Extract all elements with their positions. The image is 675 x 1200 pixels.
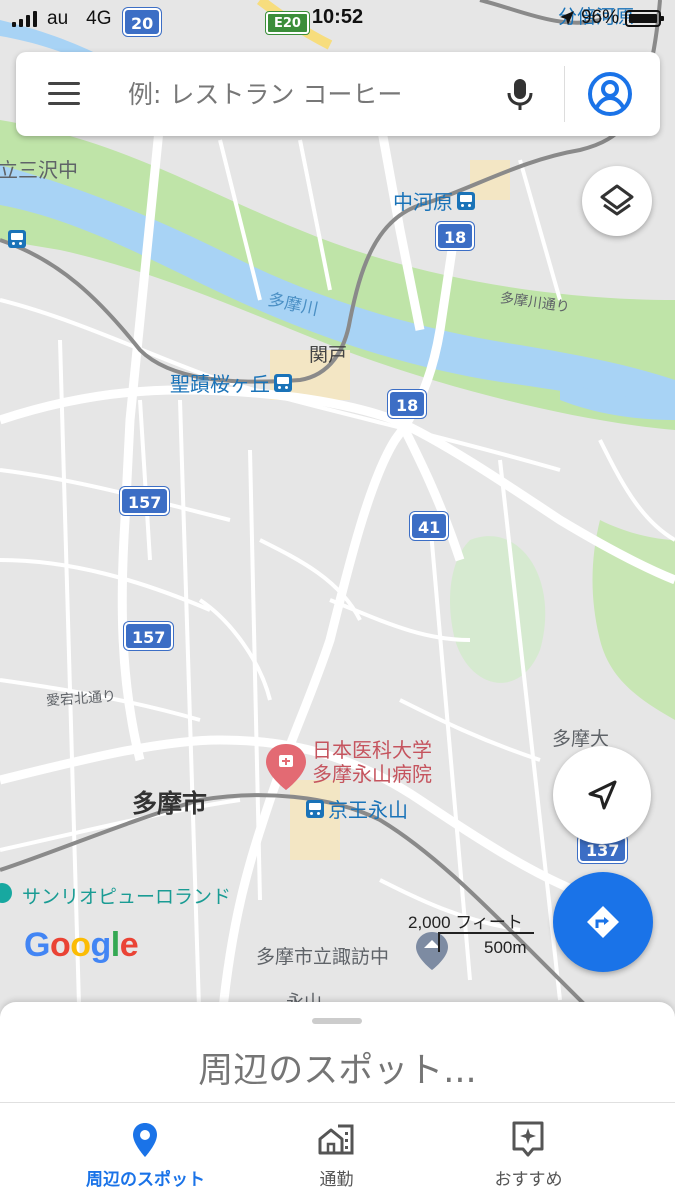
sheet-title[interactable]: 周辺のスポット... xyxy=(0,1042,675,1093)
layers-button[interactable] xyxy=(582,166,652,236)
label-tama-city: 多摩市 xyxy=(132,789,208,818)
my-location-button[interactable] xyxy=(553,746,651,844)
scale-line xyxy=(438,932,534,934)
train-station-icon xyxy=(457,191,475,210)
explore-bottom-sheet[interactable]: 周辺のスポット... xyxy=(0,1002,675,1112)
menu-button[interactable] xyxy=(46,80,82,108)
station-top-left[interactable] xyxy=(4,230,26,248)
tab-for-you-label: おすすめ xyxy=(494,1170,563,1190)
label-sanrio-puroland[interactable]: サンリオピューロランド xyxy=(22,882,231,909)
nakagawara-label: 中河原 xyxy=(393,190,453,214)
seiseki-label: 聖蹟桜ヶ丘 xyxy=(170,372,270,396)
voice-search-button[interactable] xyxy=(498,72,542,116)
scale-metric-label: 500m xyxy=(484,938,527,957)
commute-icon xyxy=(318,1124,354,1155)
battery-percent: 96% xyxy=(580,7,619,28)
train-station-icon xyxy=(8,230,26,248)
route-shield-157-north: 157 xyxy=(120,487,170,515)
microphone-icon xyxy=(507,79,533,110)
navigation-arrow-icon xyxy=(588,780,617,810)
scale-bar: 2,000 フィート 500m xyxy=(408,906,538,962)
for-you-icon xyxy=(512,1121,544,1157)
scale-imperial-label: 2,000 フィート xyxy=(408,913,523,932)
directions-button[interactable] xyxy=(553,872,653,972)
label-hospital[interactable]: 日本医科大学 多摩永山病院 xyxy=(312,738,432,786)
battery-icon xyxy=(625,9,664,27)
train-station-icon xyxy=(306,799,324,818)
route-shield-41: 41 xyxy=(410,512,449,540)
search-input[interactable] xyxy=(128,72,488,116)
station-keio-nagayama[interactable]: 京王永山 xyxy=(306,794,408,823)
route-shield-18-north: 18 xyxy=(436,222,475,250)
directions-icon xyxy=(587,906,619,938)
search-bar xyxy=(16,52,660,136)
bottom-nav: 周辺のスポット 通勤 おすすめ xyxy=(0,1102,675,1200)
location-arrow-icon xyxy=(559,11,574,25)
station-nakagawara[interactable]: 中河原 xyxy=(393,186,475,215)
train-station-icon xyxy=(274,373,292,392)
label-suwa-school[interactable]: 多摩市立諏訪中 xyxy=(256,942,389,969)
route-shield-157-south: 157 xyxy=(124,622,174,650)
tab-for-you[interactable]: おすすめ xyxy=(416,1103,641,1200)
label-sanzawa-school: 立三沢中 xyxy=(0,158,78,182)
route-shield-18-south: 18 xyxy=(388,390,427,418)
label-sekido: 関戸 xyxy=(309,344,348,366)
google-logo: Google xyxy=(24,926,139,964)
sheet-drag-handle[interactable] xyxy=(312,1018,362,1024)
place-pin-icon xyxy=(133,1123,157,1157)
keio-nagayama-label: 京王永山 xyxy=(328,798,408,822)
scale-tick-left xyxy=(438,932,440,952)
account-circle-icon xyxy=(588,72,632,116)
status-bar: au 4G 10:52 96% xyxy=(0,0,675,38)
station-seiseki-sakuragaoka[interactable]: 聖蹟桜ヶ丘 xyxy=(170,368,292,397)
layers-icon xyxy=(600,184,634,216)
account-button[interactable] xyxy=(586,70,634,118)
search-divider xyxy=(564,66,565,122)
